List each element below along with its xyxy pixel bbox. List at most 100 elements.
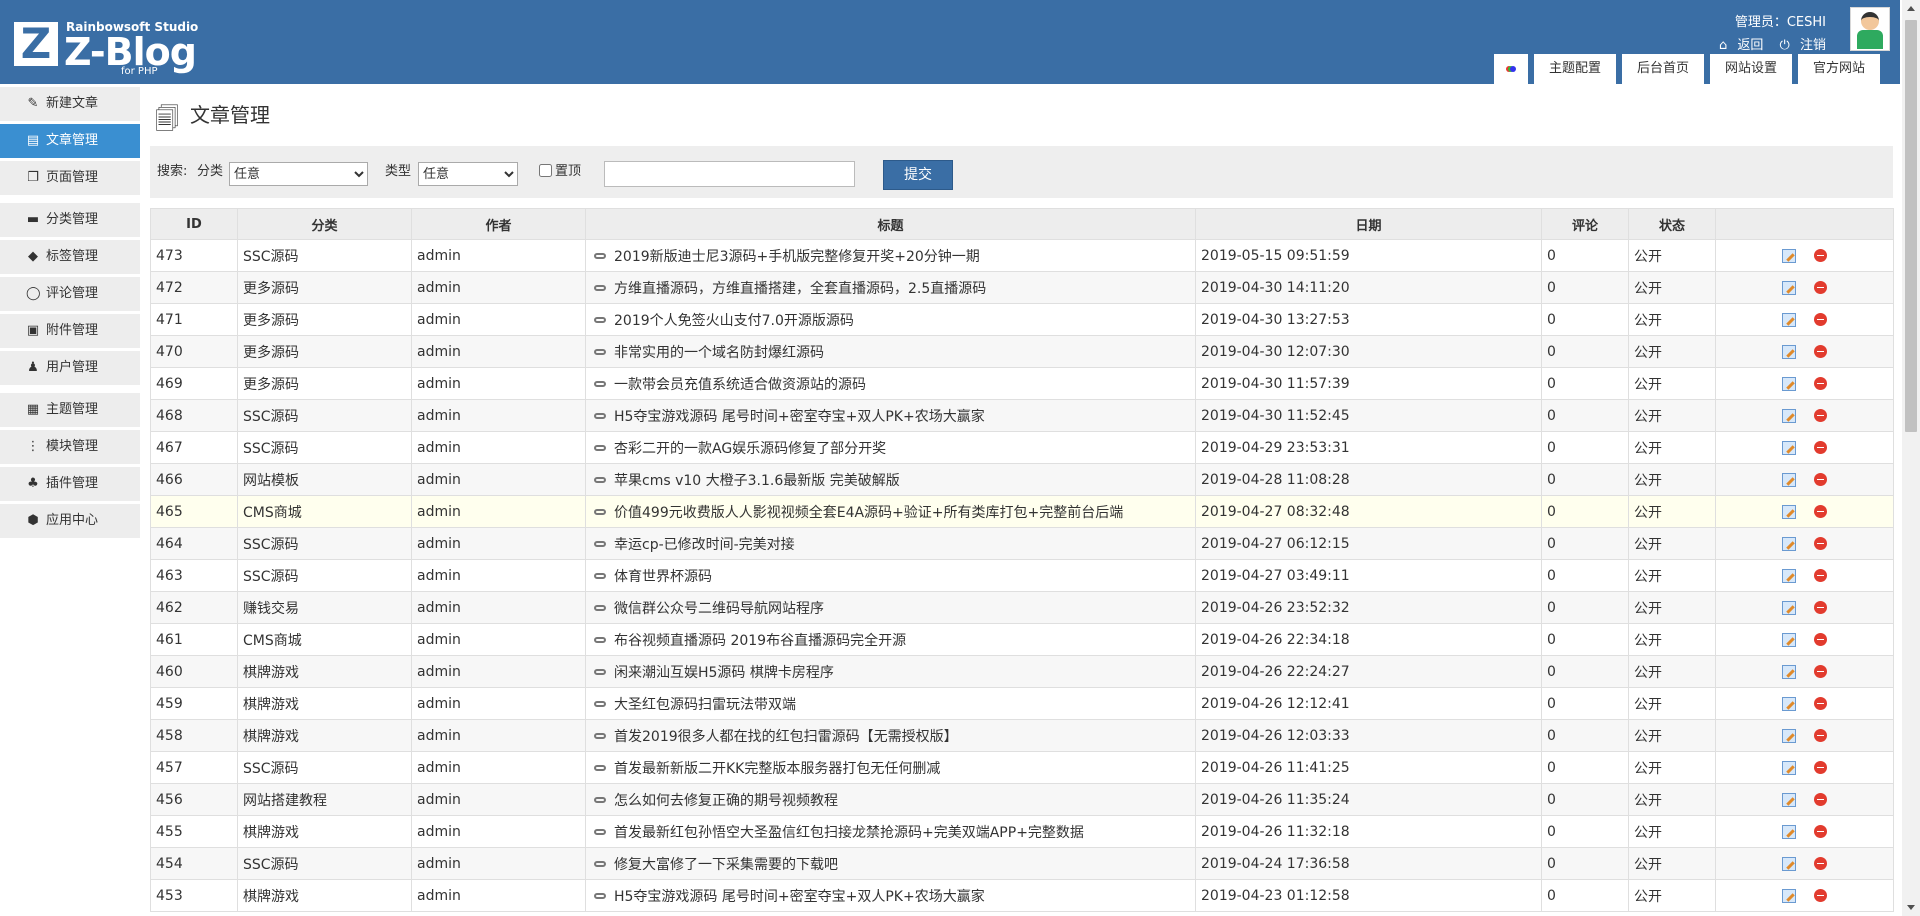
- avatar[interactable]: [1850, 7, 1890, 51]
- article-title-link[interactable]: 修复大富修了一下采集需要的下载吧: [614, 857, 838, 873]
- tab-site-settings[interactable]: 网站设置: [1709, 54, 1792, 84]
- delete-icon[interactable]: [1814, 889, 1827, 902]
- edit-icon[interactable]: [1782, 312, 1796, 327]
- delete-icon[interactable]: [1814, 281, 1827, 294]
- article-title-link[interactable]: H5夺宝游戏源码 尾号时间+密室夺宝+双人PK+农场大赢家: [614, 409, 985, 425]
- cell-title[interactable]: H5夺宝游戏源码 尾号时间+密室夺宝+双人PK+农场大赢家: [585, 879, 1196, 912]
- col-header-author[interactable]: 作者: [411, 208, 586, 240]
- article-title-link[interactable]: 首发最新新版二开KK完整版本服务器打包无任何删减: [614, 761, 940, 777]
- cell-title[interactable]: 2019新版迪士尼3源码+手机版完整修复开奖+20分钟一期: [585, 239, 1196, 272]
- back-link[interactable]: ⌂ 返回: [1713, 38, 1763, 53]
- tab-admin-home[interactable]: 后台首页: [1621, 54, 1704, 84]
- delete-icon[interactable]: [1814, 697, 1827, 710]
- cell-title[interactable]: 微信群公众号二维码导航网站程序: [585, 591, 1196, 624]
- sidebar-item-category-manage[interactable]: ▬ 分类管理: [0, 203, 140, 237]
- edit-icon[interactable]: [1782, 888, 1796, 903]
- sidebar-item-new-article[interactable]: ✎ 新建文章: [0, 87, 140, 121]
- delete-icon[interactable]: [1814, 409, 1827, 422]
- top-checkbox[interactable]: [539, 164, 552, 177]
- sidebar-item-attachment-manage[interactable]: ▣ 附件管理: [0, 314, 140, 348]
- article-title-link[interactable]: 杏彩二开的一款AG娱乐源码修复了部分开奖: [614, 441, 886, 457]
- edit-icon[interactable]: [1782, 440, 1796, 455]
- sidebar-item-page-manage[interactable]: ❐ 页面管理: [0, 161, 140, 195]
- article-title-link[interactable]: 2019个人免签火山支付7.0开源版源码: [614, 313, 854, 329]
- tab-official-site[interactable]: 官方网站: [1797, 54, 1880, 84]
- article-title-link[interactable]: 闲来潮汕互娱H5源码 棋牌卡房程序: [614, 665, 834, 681]
- cell-title[interactable]: 一款带会员充值系统适合做资源站的源码: [585, 367, 1196, 400]
- edit-icon[interactable]: [1782, 632, 1796, 647]
- scroll-down-icon[interactable]: [1907, 905, 1915, 910]
- edit-icon[interactable]: [1782, 376, 1796, 391]
- article-title-link[interactable]: 大圣红包源码扫雷玩法带双端: [614, 697, 796, 713]
- article-title-link[interactable]: 价值499元收费版人人影视视频全套E4A源码+验证+所有类库打包+完整前台后端: [614, 505, 1123, 521]
- category-select[interactable]: 任意: [229, 162, 368, 186]
- edit-icon[interactable]: [1782, 504, 1796, 519]
- delete-icon[interactable]: [1814, 377, 1827, 390]
- edit-icon[interactable]: [1782, 600, 1796, 615]
- sidebar-item-theme-manage[interactable]: ▦ 主题管理: [0, 393, 140, 427]
- article-title-link[interactable]: 首发2019很多人都在找的红包扫雷源码【无需授权版】: [614, 729, 958, 745]
- sidebar-item-article-manage[interactable]: ▤ 文章管理: [0, 124, 140, 158]
- edit-icon[interactable]: [1782, 824, 1796, 839]
- article-title-link[interactable]: 非常实用的一个域名防封爆红源码: [614, 345, 824, 361]
- cell-title[interactable]: 杏彩二开的一款AG娱乐源码修复了部分开奖: [585, 431, 1196, 464]
- article-title-link[interactable]: 怎么如何去修复正确的期号视频教程: [614, 793, 838, 809]
- edit-icon[interactable]: [1782, 344, 1796, 359]
- sidebar-item-tag-manage[interactable]: ◆ 标签管理: [0, 240, 140, 274]
- cell-title[interactable]: 2019个人免签火山支付7.0开源版源码: [585, 303, 1196, 336]
- col-header-date[interactable]: 日期: [1195, 208, 1542, 240]
- zblog-logo[interactable]: Z Rainbowsoft Studio Z-Blog for PHP: [14, 20, 204, 80]
- article-title-link[interactable]: 一款带会员充值系统适合做资源站的源码: [614, 377, 866, 393]
- delete-icon[interactable]: [1814, 761, 1827, 774]
- delete-icon[interactable]: [1814, 793, 1827, 806]
- cell-title[interactable]: 首发最新新版二开KK完整版本服务器打包无任何删减: [585, 751, 1196, 784]
- scroll-up-icon[interactable]: [1907, 6, 1915, 11]
- delete-icon[interactable]: [1814, 665, 1827, 678]
- edit-icon[interactable]: [1782, 856, 1796, 871]
- article-title-link[interactable]: 布谷视频直播源码 2019布谷直播源码完全开源: [614, 633, 906, 649]
- article-title-link[interactable]: 方维直播源码，方维直播搭建，全套直播源码，2.5直播源码: [614, 281, 986, 297]
- article-title-link[interactable]: H5夺宝游戏源码 尾号时间+密室夺宝+双人PK+农场大赢家: [614, 889, 985, 905]
- article-title-link[interactable]: 首发最新红包孙悟空大圣盈信红包扫接龙禁抢源码+完美双端APP+完整数据: [614, 825, 1084, 841]
- cell-title[interactable]: 首发最新红包孙悟空大圣盈信红包扫接龙禁抢源码+完美双端APP+完整数据: [585, 815, 1196, 848]
- type-select[interactable]: 任意: [418, 162, 518, 186]
- scroll-thumb[interactable]: [1905, 20, 1917, 432]
- edit-icon[interactable]: [1782, 728, 1796, 743]
- cell-title[interactable]: 幸运cp-已修改时间-完美对接: [585, 527, 1196, 560]
- delete-icon[interactable]: [1814, 633, 1827, 646]
- delete-icon[interactable]: [1814, 345, 1827, 358]
- edit-icon[interactable]: [1782, 248, 1796, 263]
- delete-icon[interactable]: [1814, 537, 1827, 550]
- article-title-link[interactable]: 2019新版迪士尼3源码+手机版完整修复开奖+20分钟一期: [614, 249, 980, 265]
- sidebar-item-user-manage[interactable]: ♟ 用户管理: [0, 351, 140, 385]
- delete-icon[interactable]: [1814, 473, 1827, 486]
- col-header-id[interactable]: ID: [150, 208, 238, 240]
- tab-theme-config[interactable]: 主题配置: [1533, 54, 1616, 84]
- delete-icon[interactable]: [1814, 857, 1827, 870]
- edit-icon[interactable]: [1782, 408, 1796, 423]
- vertical-scrollbar[interactable]: [1902, 0, 1920, 916]
- cell-title[interactable]: 首发2019很多人都在找的红包扫雷源码【无需授权版】: [585, 719, 1196, 752]
- article-title-link[interactable]: 苹果cms v10 大橙子3.1.6最新版 完美破解版: [614, 473, 900, 489]
- cell-title[interactable]: 体育世界杯源码: [585, 559, 1196, 592]
- delete-icon[interactable]: [1814, 441, 1827, 454]
- delete-icon[interactable]: [1814, 313, 1827, 326]
- sidebar-item-plugin-manage[interactable]: ♣ 插件管理: [0, 467, 140, 501]
- cell-title[interactable]: 非常实用的一个域名防封爆红源码: [585, 335, 1196, 368]
- cell-title[interactable]: 布谷视频直播源码 2019布谷直播源码完全开源: [585, 623, 1196, 656]
- edit-icon[interactable]: [1782, 472, 1796, 487]
- edit-icon[interactable]: [1782, 760, 1796, 775]
- delete-icon[interactable]: [1814, 249, 1827, 262]
- cell-title[interactable]: 方维直播源码，方维直播搭建，全套直播源码，2.5直播源码: [585, 271, 1196, 304]
- sidebar-item-app-center[interactable]: ⬢ 应用中心: [0, 504, 140, 538]
- cell-title[interactable]: H5夺宝游戏源码 尾号时间+密室夺宝+双人PK+农场大赢家: [585, 399, 1196, 432]
- delete-icon[interactable]: [1814, 601, 1827, 614]
- col-header-comments[interactable]: 评论: [1541, 208, 1629, 240]
- edit-icon[interactable]: [1782, 280, 1796, 295]
- tab-color-palette[interactable]: [1493, 54, 1528, 84]
- delete-icon[interactable]: [1814, 825, 1827, 838]
- edit-icon[interactable]: [1782, 696, 1796, 711]
- delete-icon[interactable]: [1814, 729, 1827, 742]
- cell-title[interactable]: 闲来潮汕互娱H5源码 棋牌卡房程序: [585, 655, 1196, 688]
- edit-icon[interactable]: [1782, 536, 1796, 551]
